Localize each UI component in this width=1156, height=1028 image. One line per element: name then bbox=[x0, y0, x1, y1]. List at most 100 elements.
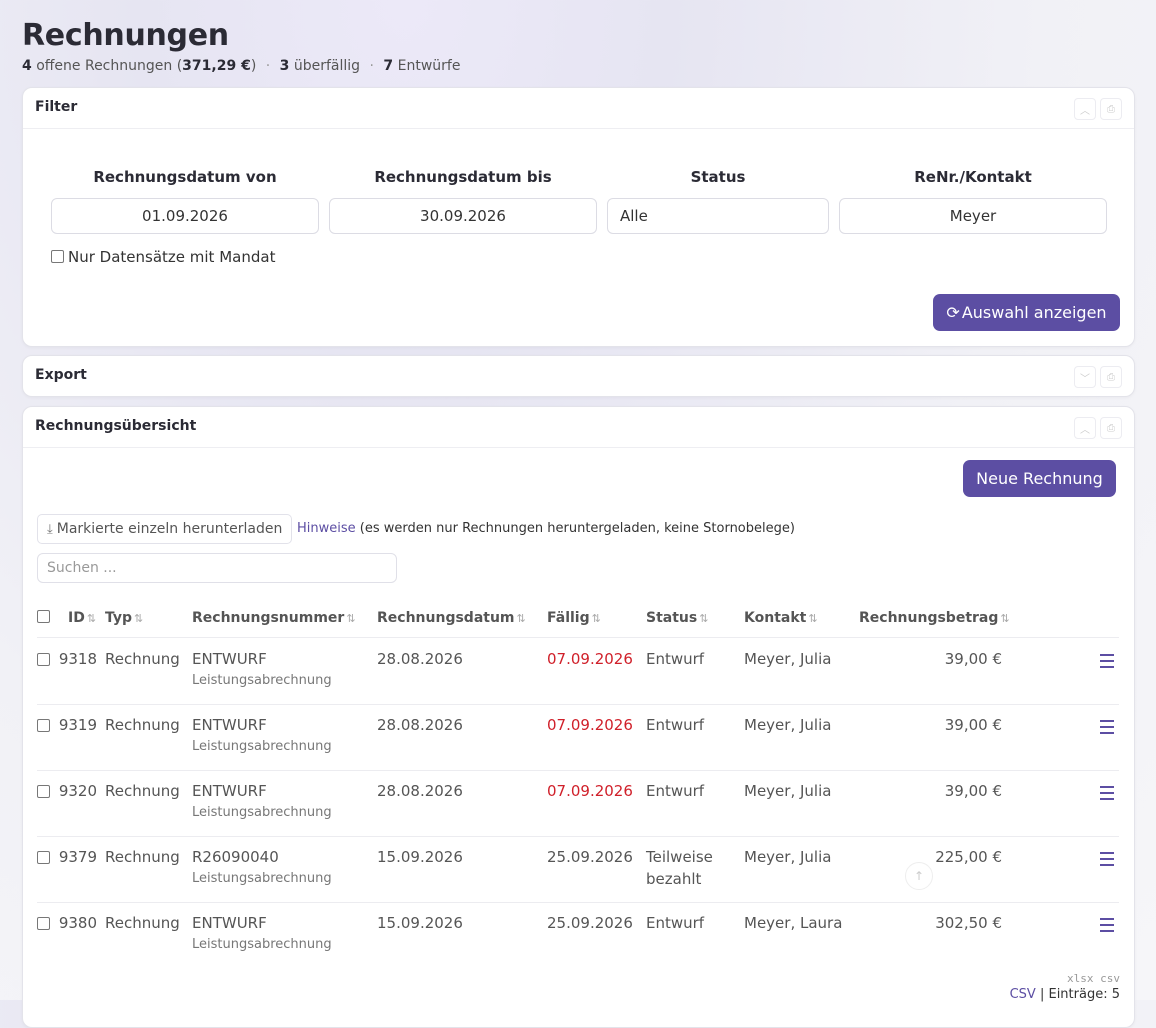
row-contact: Meyer, Laura bbox=[744, 914, 843, 932]
row-checkbox[interactable] bbox=[37, 653, 50, 666]
download-marked-label: Markierte einzeln herunterladen bbox=[56, 521, 283, 537]
show-selection-button[interactable]: ⟳ Auswahl anzeigen bbox=[933, 294, 1120, 331]
table-row: 9320 Rechnung ENTWURF Leistungsabrechnung 28… bbox=[23, 770, 1134, 836]
row-status: Entwurf bbox=[646, 782, 705, 800]
col-type[interactable]: Typ ⇅ bbox=[105, 610, 143, 626]
row-status: Entwurf bbox=[646, 716, 705, 734]
filter-header[interactable]: Filter ︿ ⎙ bbox=[23, 88, 1134, 129]
export-title: Export bbox=[35, 367, 87, 383]
print-icon[interactable]: ⎙ bbox=[1100, 366, 1122, 388]
col-status[interactable]: Status ⇅ bbox=[646, 610, 708, 626]
col-number[interactable]: Rechnungsnummer ⇅ bbox=[192, 610, 356, 626]
row-type: Rechnung bbox=[105, 716, 180, 734]
row-id: 9320 bbox=[58, 782, 97, 800]
row-checkbox[interactable] bbox=[37, 851, 50, 864]
row-amount: 302,50 € bbox=[935, 914, 1002, 932]
open-count: 4 bbox=[22, 58, 32, 74]
draft-count: 7 bbox=[383, 58, 394, 74]
mandate-checkbox[interactable] bbox=[51, 250, 64, 263]
date-to-input[interactable]: 30.09.2026 bbox=[329, 198, 597, 234]
row-amount: 39,00 € bbox=[944, 782, 1002, 800]
page-title: Rechnungen bbox=[22, 18, 229, 53]
row-number-sub: Leistungsabrechnung bbox=[192, 871, 332, 886]
summary-line: 4 offene Rechnungen (371,29 €) · 3 überf… bbox=[22, 58, 461, 74]
overview-card: Rechnungsübersicht ︿ ⎙ Neue Rechnung ⤓ Ma… bbox=[22, 406, 1135, 1028]
refresh-icon: ⟳ bbox=[946, 303, 960, 322]
col-amount[interactable]: Rechnungsbetrag ⇅ bbox=[859, 610, 1010, 626]
contact-label: ReNr./Kontakt bbox=[914, 168, 1032, 186]
row-type: Rechnung bbox=[105, 782, 180, 800]
row-contact: Meyer, Julia bbox=[744, 650, 832, 668]
export-links[interactable]: xlsx csv bbox=[1067, 972, 1120, 985]
overdue-count: 3 bbox=[279, 58, 290, 74]
search-input[interactable]: Suchen ... bbox=[37, 553, 397, 583]
contact-input[interactable]: Meyer bbox=[839, 198, 1107, 234]
overview-title: Rechnungsübersicht bbox=[35, 418, 197, 434]
row-date: 28.08.2026 bbox=[377, 716, 463, 734]
row-due: 07.09.2026 bbox=[547, 716, 633, 734]
overview-header[interactable]: Rechnungsübersicht ︿ ⎙ bbox=[23, 407, 1134, 448]
hamburger-menu-icon[interactable] bbox=[1100, 918, 1114, 936]
col-id[interactable]: ID ⇅ bbox=[68, 610, 96, 626]
row-due: 25.09.2026 bbox=[547, 848, 633, 866]
select-all-checkbox[interactable] bbox=[37, 610, 50, 623]
row-status: Entwurf bbox=[646, 914, 705, 932]
row-id: 9318 bbox=[58, 650, 97, 668]
row-number[interactable]: ENTWURF bbox=[192, 650, 267, 668]
open-amount: 371,29 € bbox=[182, 58, 251, 74]
hamburger-menu-icon[interactable] bbox=[1100, 852, 1114, 870]
overdue-label: überfällig bbox=[293, 58, 361, 74]
mandate-checkbox-label: Nur Datensätze mit Mandat bbox=[68, 248, 276, 266]
filter-card: Filter ︿ ⎙ Rechnungsdatum von Rechnungsd… bbox=[22, 87, 1135, 347]
mandate-filter: Nur Datensätze mit Mandat bbox=[51, 248, 275, 266]
chevron-down-icon[interactable]: ﹀ bbox=[1074, 366, 1096, 388]
hamburger-menu-icon[interactable] bbox=[1100, 720, 1114, 738]
row-contact: Meyer, Julia bbox=[744, 782, 832, 800]
new-invoice-button[interactable]: Neue Rechnung bbox=[963, 460, 1116, 497]
hamburger-menu-icon[interactable] bbox=[1100, 654, 1114, 672]
row-date: 28.08.2026 bbox=[377, 782, 463, 800]
date-from-input[interactable]: 01.09.2026 bbox=[51, 198, 319, 234]
row-type: Rechnung bbox=[105, 848, 180, 866]
table-row: 9319 Rechnung ENTWURF Leistungsabrechnung 28… bbox=[23, 704, 1134, 770]
arrow-up-icon[interactable]: ↑ bbox=[905, 862, 933, 890]
row-date: 28.08.2026 bbox=[377, 650, 463, 668]
row-checkbox[interactable] bbox=[37, 719, 50, 732]
hamburger-menu-icon[interactable] bbox=[1100, 786, 1114, 804]
row-checkbox[interactable] bbox=[37, 917, 50, 930]
print-icon[interactable]: ⎙ bbox=[1100, 98, 1122, 120]
row-checkbox[interactable] bbox=[37, 785, 50, 798]
draft-label: Entwürfe bbox=[397, 58, 461, 74]
filter-title: Filter bbox=[35, 99, 78, 115]
row-date: 15.09.2026 bbox=[377, 914, 463, 932]
table-row: 9380 Rechnung ENTWURF Leistungsabrechnung 15… bbox=[23, 902, 1134, 968]
download-marked-button[interactable]: ⤓ Markierte einzeln herunterladen bbox=[37, 514, 293, 544]
show-selection-label: Auswahl anzeigen bbox=[961, 303, 1107, 322]
table-row: 9318 Rechnung ENTWURF Leistungsabrechnung 28… bbox=[23, 638, 1134, 704]
col-due[interactable]: Fällig ⇅ bbox=[547, 610, 601, 626]
row-contact: Meyer, Julia bbox=[744, 716, 832, 734]
row-number[interactable]: ENTWURF bbox=[192, 782, 267, 800]
row-number-sub: Leistungsabrechnung bbox=[192, 937, 332, 952]
date-from-label: Rechnungsdatum von bbox=[93, 168, 277, 186]
export-header[interactable]: Export ﹀ ⎙ bbox=[23, 356, 1134, 396]
download-hint: Hinweise (es werden nur Rechnungen herun… bbox=[297, 521, 795, 536]
row-number[interactable]: R26090040 bbox=[192, 848, 279, 866]
row-number[interactable]: ENTWURF bbox=[192, 716, 267, 734]
status-select[interactable]: Alle bbox=[607, 198, 829, 234]
col-date[interactable]: Rechnungsdatum ⇅ bbox=[377, 610, 526, 626]
date-to-label: Rechnungsdatum bis bbox=[374, 168, 552, 186]
row-number[interactable]: ENTWURF bbox=[192, 914, 267, 932]
row-contact: Meyer, Julia bbox=[744, 848, 832, 866]
hint-link[interactable]: Hinweise bbox=[297, 521, 356, 536]
row-due: 07.09.2026 bbox=[547, 782, 633, 800]
chevron-up-icon[interactable]: ︿ bbox=[1074, 98, 1096, 120]
chevron-up-icon[interactable]: ︿ bbox=[1074, 417, 1096, 439]
print-icon[interactable]: ⎙ bbox=[1100, 417, 1122, 439]
col-contact[interactable]: Kontakt ⇅ bbox=[744, 610, 818, 626]
row-number-sub: Leistungsabrechnung bbox=[192, 739, 332, 754]
table-row: 9379 Rechnung R26090040 Leistungsabrechnung… bbox=[23, 836, 1134, 902]
row-amount: 225,00 € bbox=[935, 848, 1002, 866]
row-due: 07.09.2026 bbox=[547, 650, 633, 668]
row-number-sub: Leistungsabrechnung bbox=[192, 673, 332, 688]
